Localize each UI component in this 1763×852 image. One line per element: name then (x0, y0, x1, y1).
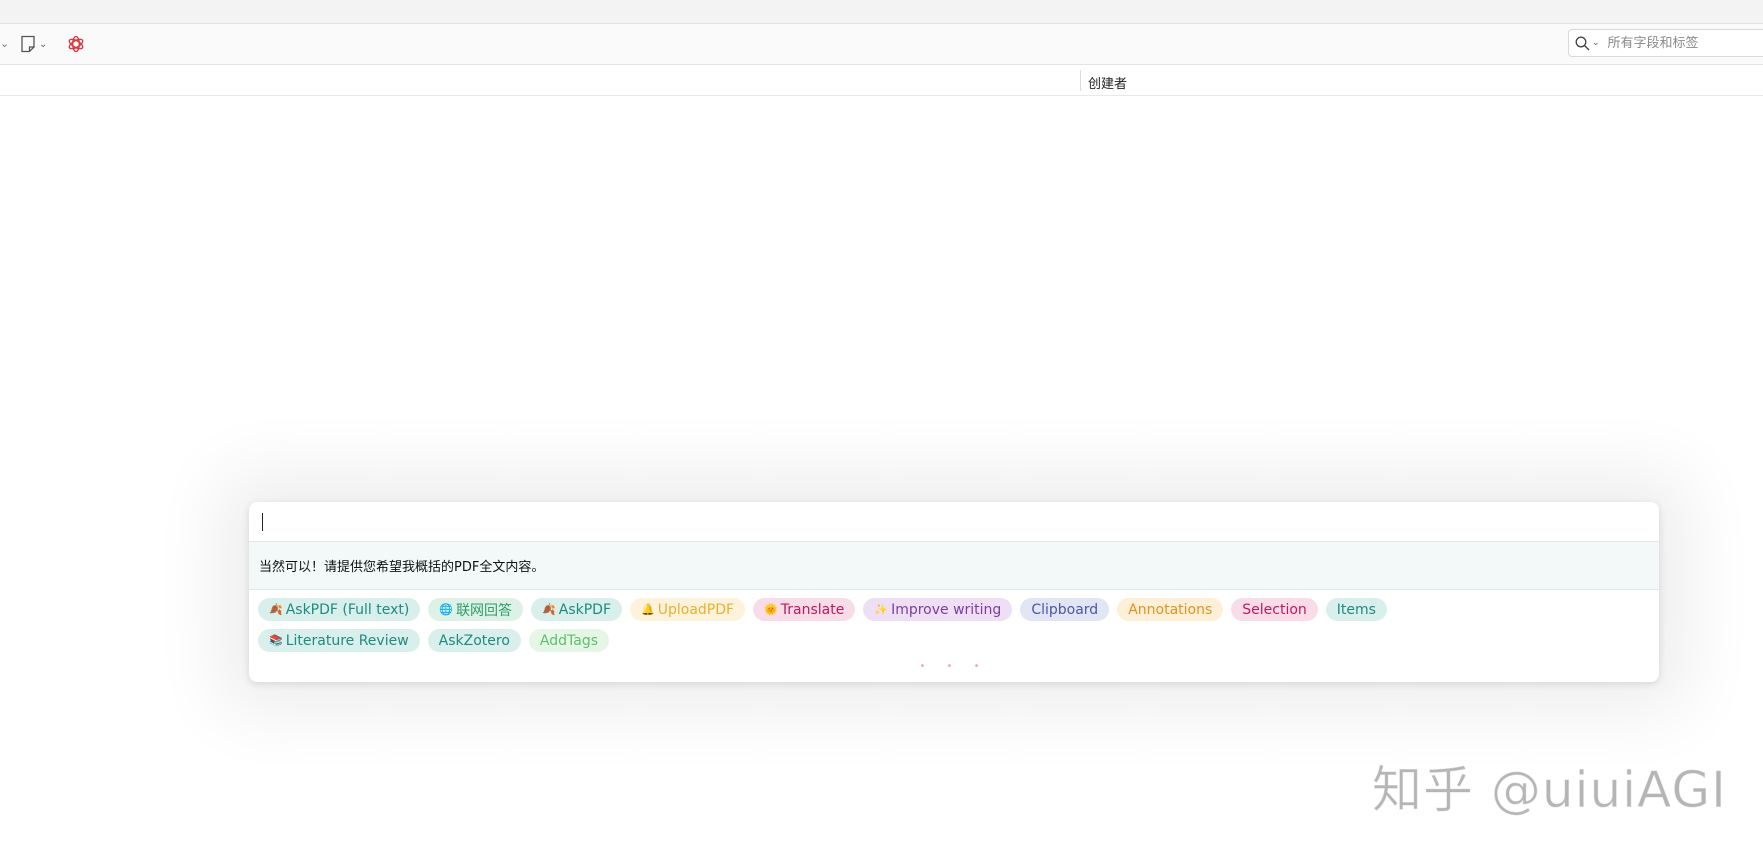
tag-label: Literature Review (285, 632, 409, 649)
command-tags: 🍂 AskPDF (Full text) 🌐 联网回答 🍂 AskPDF 🔔 UploadPD… (249, 590, 1509, 652)
command-tag[interactable]: 🌐 联网回答 (428, 598, 524, 621)
search-input[interactable] (1607, 32, 1748, 54)
new-note-button[interactable]: ⌄ (20, 33, 54, 55)
tag-label: AddTags (539, 632, 599, 649)
tag-label: Annotations (1128, 601, 1213, 618)
assistant-reply-text: 当然可以！请提供您希望我概括的PDF全文内容。 (259, 560, 545, 575)
tag-label: AskPDF (558, 601, 612, 618)
ai-assistant-panel: 当然可以！请提供您希望我概括的PDF全文内容。 🍂 AskPDF (Full te… (249, 502, 1659, 682)
tag-icon: 🔔 (641, 603, 655, 616)
tag-icon: 🍂 (542, 603, 556, 616)
command-tag[interactable]: 📚 Literature Review (258, 629, 420, 652)
chevron-left-icon[interactable]: ⌄ (0, 37, 9, 50)
tag-label: UploadPDF (657, 601, 735, 618)
column-creator[interactable]: 创建者 (1088, 73, 1127, 92)
items-column-header: 创建者 (0, 65, 1763, 96)
command-tag[interactable]: ✨ Improve writing (863, 598, 1013, 621)
openai-logo-icon[interactable] (66, 34, 86, 54)
command-tag[interactable]: 🍂 AskPDF (531, 598, 623, 621)
text-caret (262, 513, 263, 531)
command-tag[interactable]: Clipboard (1020, 598, 1110, 621)
tag-label: AskZotero (438, 632, 510, 649)
command-tag[interactable]: 🍂 AskPDF (Full text) (258, 598, 421, 621)
command-tag[interactable]: AddTags (528, 629, 610, 652)
tag-label: Items (1336, 601, 1376, 618)
search-box[interactable]: ⌄ (1568, 29, 1763, 57)
tag-label: Selection (1242, 601, 1307, 618)
new-note-icon (21, 35, 35, 53)
tag-label: Clipboard (1031, 601, 1099, 618)
command-tag[interactable]: Selection (1231, 598, 1318, 621)
tag-label: Translate (780, 601, 845, 618)
command-tag[interactable]: 🌞 Translate (753, 598, 856, 621)
search-mode-chevron-icon[interactable]: ⌄ (1592, 38, 1600, 48)
tag-icon: 🍂 (269, 603, 283, 616)
command-tag[interactable]: 🔔 UploadPDF (630, 598, 746, 621)
chevron-down-icon[interactable]: ⌄ (39, 39, 47, 50)
tag-icon: 📚 (269, 634, 283, 647)
tag-label: 联网回答 (456, 602, 513, 619)
prompt-input[interactable] (249, 502, 1659, 542)
tag-label: AskPDF (Full text) (285, 601, 410, 618)
watermark: 知乎 @uiuiAGI (1372, 761, 1727, 820)
command-tag[interactable]: Annotations (1117, 598, 1224, 621)
tag-icon: 🌞 (764, 603, 778, 616)
tag-label: Improve writing (891, 601, 1002, 618)
command-tag[interactable]: AskZotero (427, 629, 521, 652)
assistant-reply: 当然可以！请提供您希望我概括的PDF全文内容。 (249, 542, 1659, 590)
command-tag[interactable]: Items (1325, 598, 1387, 621)
tag-icon: 🌐 (439, 603, 454, 616)
more-dots[interactable]: • • • (249, 661, 1659, 672)
search-icon[interactable] (1575, 36, 1590, 51)
column-divider[interactable] (1080, 70, 1081, 91)
window-top-strip (0, 0, 1763, 24)
tag-icon: ✨ (874, 603, 889, 616)
toolbar: ⌄ ⌄ ⌄ (0, 24, 1763, 65)
